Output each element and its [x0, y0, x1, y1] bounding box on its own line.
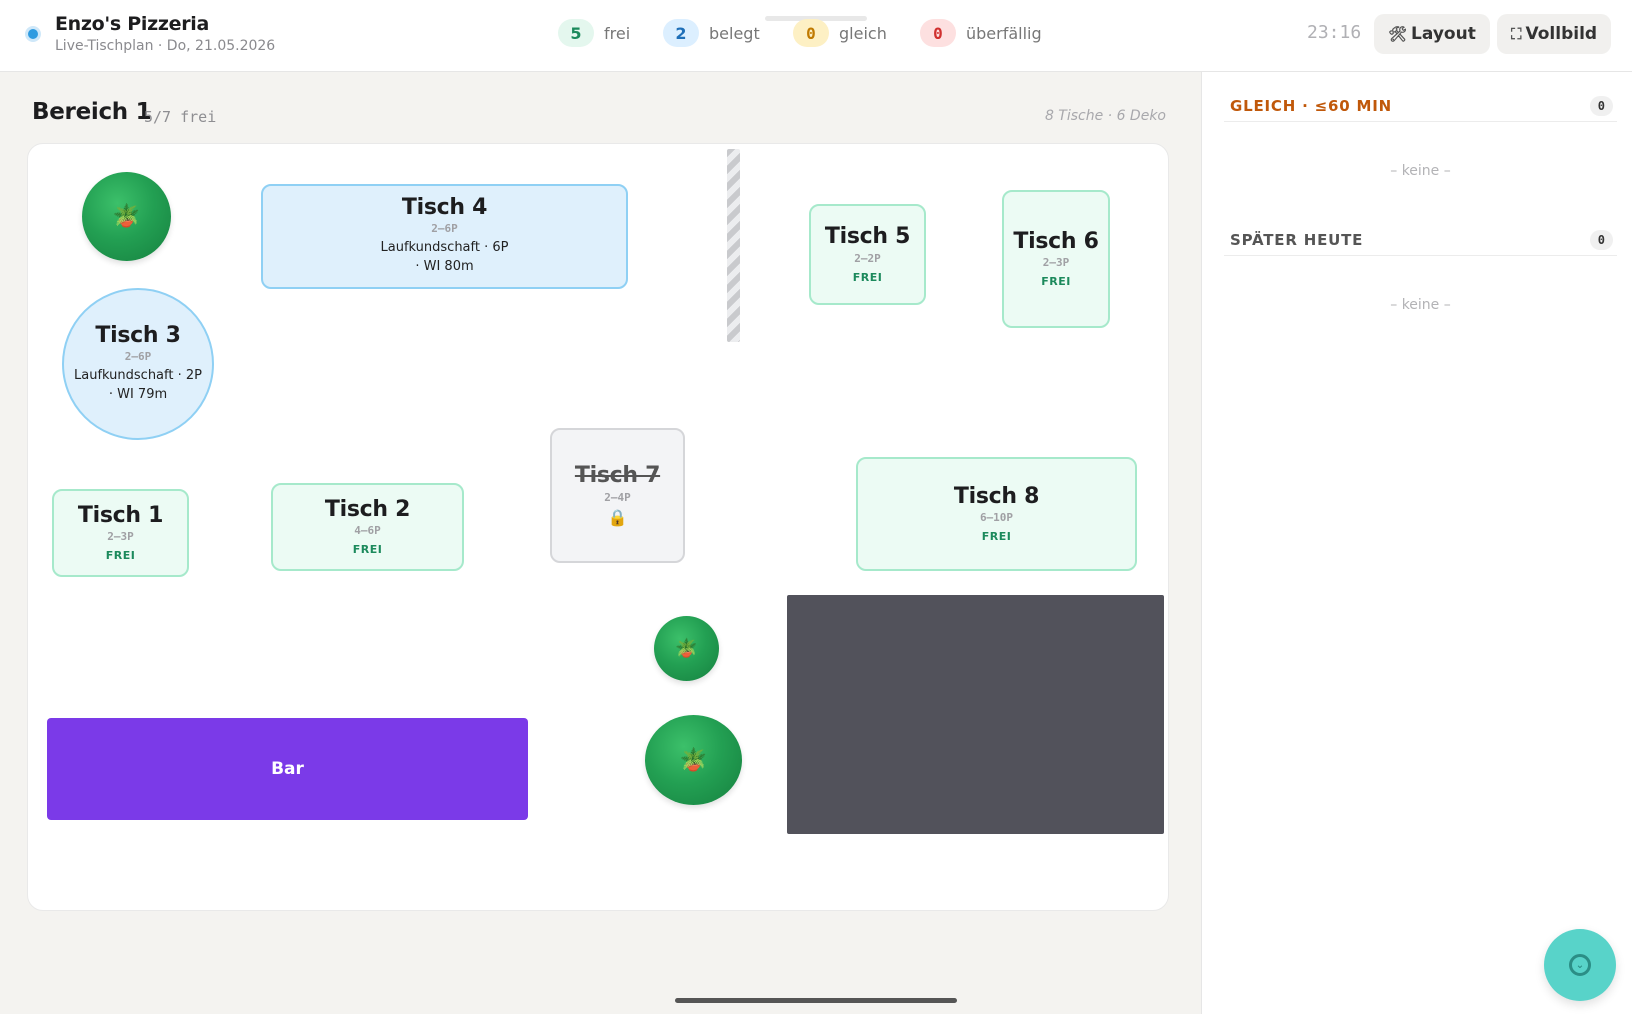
table-name: Tisch 1	[77, 502, 164, 528]
table-3[interactable]: Tisch 3 2–6P Laufkundschaft · 2P · WI 79…	[62, 288, 214, 440]
table-name: Tisch 5	[824, 224, 911, 250]
fullscreen-icon: ⛶	[1511, 25, 1522, 43]
fullscreen-button[interactable]: ⛶ Vollbild	[1497, 14, 1612, 54]
stat-frei-label: frei	[604, 23, 631, 43]
area-free-count: 5/7 frei	[144, 108, 217, 126]
chevron-down-icon: ⌄	[1569, 954, 1591, 976]
app-subtitle: Live-Tischplan · Do, 21.05.2026	[55, 38, 276, 54]
table-5[interactable]: Tisch 5 2–2P FREI	[809, 204, 926, 305]
section-later-header: SPÄTER HEUTE 0	[1224, 224, 1617, 256]
table-guest-name: Laufkundschaft · 2P	[74, 367, 202, 383]
table-status: FREI	[852, 270, 883, 284]
section-soon-header: GLEICH · ≤60 MIN 0	[1224, 90, 1617, 122]
table-4[interactable]: Tisch 4 2–6P Laufkundschaft · 6P · WI 80…	[261, 184, 628, 289]
section-later-title: SPÄTER HEUTE	[1230, 230, 1364, 249]
table-status: FREI	[105, 549, 136, 563]
stat-frei[interactable]: 5 frei	[558, 19, 630, 47]
table-walkin-time: · WI 80m	[415, 259, 474, 275]
table-status: FREI	[352, 543, 383, 557]
tools-icon: 🛠	[1388, 25, 1408, 43]
app-title: Enzo's Pizzeria	[55, 13, 210, 35]
home-indicator	[675, 998, 957, 1003]
top-header: Enzo's Pizzeria Live-Tischplan · Do, 21.…	[0, 0, 1632, 72]
stat-frei-count: 5	[558, 19, 594, 47]
table-walkin-time: · WI 79m	[108, 386, 168, 402]
stat-ueberfaellig[interactable]: 0 überfällig	[920, 19, 1042, 47]
potted-plant-icon: 🪴	[82, 172, 171, 261]
stat-belegt-label: belegt	[709, 23, 760, 43]
table-name: Tisch 4	[401, 195, 488, 221]
area-meta: 8 Tische · 6 Deko	[1044, 108, 1166, 124]
table-name: Tisch 7	[574, 463, 661, 489]
stat-belegt[interactable]: 2 belegt	[663, 19, 760, 47]
lock-icon: 🔒	[607, 507, 628, 527]
upcoming-panel: GLEICH · ≤60 MIN 0 – keine – SPÄTER HEUT…	[1201, 72, 1632, 1014]
table-guest-name: Laufkundschaft · 6P	[380, 240, 509, 256]
table-name: Tisch 3	[95, 322, 181, 348]
table-capacity: 6–10P	[979, 511, 1014, 525]
live-status-dot	[25, 26, 41, 42]
divider-wall	[727, 149, 740, 342]
stat-gleich-label: gleich	[839, 23, 887, 43]
table-1[interactable]: Tisch 1 2–3P FREI	[52, 489, 189, 577]
table-capacity: 2–3P	[107, 530, 134, 544]
table-status: FREI	[1041, 275, 1071, 289]
potted-plant-icon: 🪴	[645, 715, 742, 805]
table-capacity: 2–6P	[431, 222, 458, 236]
table-guest: Laufkundschaft · 6P · WI 80m	[381, 239, 509, 277]
clock: 23:16	[1307, 22, 1362, 43]
table-capacity: 4–6P	[354, 524, 381, 538]
table-name: Tisch 6	[1013, 228, 1099, 254]
stat-ueberfaellig-count: 0	[920, 19, 956, 47]
table-capacity: 2–6P	[124, 349, 152, 363]
table-7[interactable]: Tisch 7 2–4P 🔒	[550, 428, 685, 563]
table-2[interactable]: Tisch 2 4–6P FREI	[271, 483, 464, 571]
table-6[interactable]: Tisch 6 2–3P FREI	[1002, 190, 1110, 328]
table-8[interactable]: Tisch 8 6–10P FREI	[856, 457, 1137, 571]
section-later-empty: – keine –	[1390, 297, 1451, 313]
stat-ueberfaellig-label: überfällig	[966, 23, 1042, 43]
section-later-count: 0	[1589, 229, 1613, 250]
stat-gleich-count: 0	[793, 19, 829, 47]
stat-belegt-count: 2	[663, 19, 699, 47]
table-guest: Laufkundschaft · 2P · WI 79m	[74, 367, 202, 405]
fullscreen-button-label: Vollbild	[1525, 24, 1598, 44]
section-soon-empty: – keine –	[1390, 163, 1451, 179]
action-fab-button[interactable]: ⌄	[1544, 929, 1616, 1001]
area-title: Bereich 1	[32, 99, 152, 125]
table-name: Tisch 8	[953, 483, 1040, 509]
bar-counter: Bar	[47, 718, 528, 820]
table-capacity: 2–3P	[1042, 256, 1070, 270]
layout-button[interactable]: 🛠 Layout	[1374, 14, 1490, 54]
table-capacity: 2–4P	[604, 490, 631, 504]
table-status: FREI	[981, 530, 1012, 544]
bar-label: Bar	[271, 759, 304, 779]
stat-gleich[interactable]: 0 gleich	[793, 19, 887, 47]
table-capacity: 2–2P	[854, 251, 881, 265]
floor-plan: 🪴 Tisch 4 2–6P Laufkundschaft · 6P · WI …	[27, 143, 1169, 911]
section-soon-count: 0	[1589, 95, 1613, 116]
layout-button-label: Layout	[1411, 24, 1476, 44]
section-soon-title: GLEICH · ≤60 MIN	[1230, 96, 1392, 115]
table-name: Tisch 2	[324, 496, 411, 522]
potted-plant-icon: 🪴	[654, 616, 719, 681]
dark-zone-block	[787, 595, 1164, 834]
